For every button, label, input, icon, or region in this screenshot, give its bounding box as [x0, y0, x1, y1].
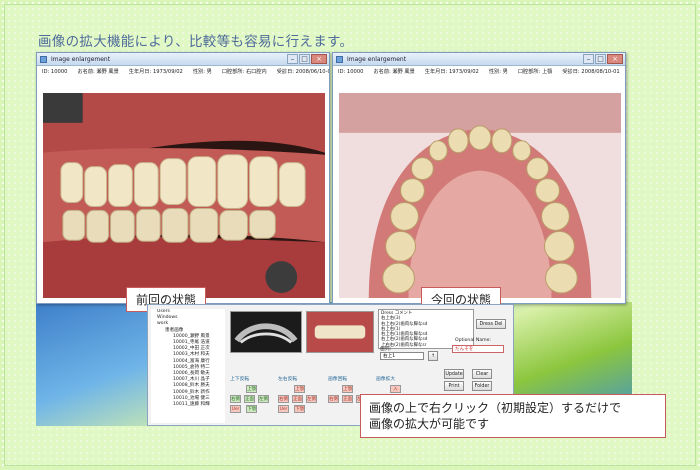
front-button[interactable]: 正面	[342, 395, 353, 403]
info-birth: 生年月日: 1973/09/02	[128, 69, 183, 75]
page-heading: 画像の拡大機能により、比較等も容易に行えます。	[38, 34, 354, 50]
group-label-rotate: 画像回転	[328, 377, 348, 382]
window-controls: – □ ×	[287, 54, 327, 64]
window-titlebar[interactable]: Image enlargement – □ ×	[333, 53, 625, 66]
add-button[interactable]: ↑	[428, 351, 438, 361]
dental-photo-side-view[interactable]	[43, 93, 325, 298]
instruction-line-2: 画像の拡大が可能です	[369, 417, 490, 431]
upper-jaw-button[interactable]: 上顎	[246, 385, 257, 393]
app-icon	[336, 56, 343, 63]
close-icon[interactable]: ×	[311, 54, 327, 64]
tooth-select[interactable]: 右上1	[380, 352, 424, 360]
right-side-button[interactable]: 右側	[328, 395, 339, 403]
enlarge-button[interactable]: 入	[390, 385, 401, 393]
info-area: 口腔部所: 右口腔内	[221, 69, 267, 75]
group-label-flip-horizontal: 左右反転	[278, 377, 298, 382]
image-window-previous[interactable]: Image enlargement – □ × ID: 10000 お名前: 瀬…	[36, 52, 330, 304]
front-button[interactable]: 正面	[244, 395, 255, 403]
print-button[interactable]: Print	[444, 381, 464, 391]
right-side-button[interactable]: 右側	[278, 395, 289, 403]
optional-name-label: Optional Name:	[455, 338, 491, 343]
maximize-icon[interactable]: □	[299, 54, 310, 64]
instruction-line-1: 画像の上で右クリック（初期設定）するだけで	[369, 401, 622, 415]
instruction-callout: 画像の上で右クリック（初期設定）するだけで 画像の拡大が可能です	[360, 394, 666, 438]
info-date: 受診日: 2008/06/10-01	[276, 69, 329, 75]
clear-button[interactable]: Clear	[472, 369, 492, 379]
mouth-thumbnail[interactable]	[306, 311, 374, 353]
patient-info-bar: ID: 10000 お名前: 瀬野 風景 生年月日: 1973/09/02 性別…	[37, 66, 329, 78]
info-id: ID: 10000	[338, 69, 364, 75]
right-side-button[interactable]: 右側	[230, 395, 241, 403]
left-side-button[interactable]: 左側	[306, 395, 317, 403]
window-title: Image enlargement	[51, 56, 111, 63]
window-controls: – □ ×	[583, 54, 623, 64]
info-birth: 生年月日: 1973/09/02	[424, 69, 479, 75]
group-label-flip-vertical: 上下反転	[230, 377, 250, 382]
window-title: Image enlargement	[347, 56, 407, 63]
info-date: 受診日: 2008/08/10-01	[562, 69, 620, 75]
upper-jaw-button[interactable]: 上顎	[342, 385, 353, 393]
info-sex: 性別: 男	[488, 69, 508, 75]
update-button[interactable]: Update	[444, 369, 464, 379]
upper-button[interactable]: Uer	[230, 405, 241, 413]
dress-del-button[interactable]: Dress Del	[476, 319, 506, 329]
info-id: ID: 10000	[42, 69, 68, 75]
info-name: お名前: 瀬野 風景	[77, 69, 119, 75]
group-label-enlarge: 画像拡大	[376, 377, 396, 382]
dental-photo-occlusal-view[interactable]	[339, 93, 621, 298]
notes-list[interactable]: Dress コメント 右上右(3) 右上右(2)歯肉な脚なsd 右上右(1) 右…	[378, 309, 474, 349]
patient-info-bar: ID: 10000 お名前: 瀬野 風景 生年月日: 1973/09/02 性別…	[333, 66, 625, 78]
upper-button[interactable]: Uer	[278, 405, 289, 413]
lower-jaw-button[interactable]: 下顎	[294, 405, 305, 413]
xray-thumbnail[interactable]	[230, 311, 302, 353]
folder-button[interactable]: Folder	[472, 381, 492, 391]
window-titlebar[interactable]: Image enlargement – □ ×	[37, 53, 329, 66]
close-icon[interactable]: ×	[607, 54, 623, 64]
left-side-button[interactable]: 左側	[258, 395, 269, 403]
info-name: お名前: 瀬野 風景	[373, 69, 415, 75]
info-area: 口腔部所: 上顎	[517, 69, 553, 75]
app-icon	[40, 56, 47, 63]
select-label: 歯列:	[380, 347, 392, 352]
image-window-current[interactable]: Image enlargement – □ × ID: 10000 お名前: 瀬…	[332, 52, 626, 304]
front-button[interactable]: 正面	[292, 395, 303, 403]
upper-jaw-button[interactable]: 上顎	[294, 385, 305, 393]
info-sex: 性別: 男	[192, 69, 212, 75]
lower-jaw-button[interactable]: 下顎	[246, 405, 257, 413]
minimize-icon[interactable]: –	[583, 54, 594, 64]
optional-name-field[interactable]: だんそを	[452, 345, 504, 353]
tree-item-patient[interactable]: 10011_遠藤 和輝	[157, 402, 225, 408]
folder-tree[interactable]: Users Windows work 患者画像 10000_瀬野 風景 1000…	[151, 309, 225, 423]
maximize-icon[interactable]: □	[595, 54, 606, 64]
minimize-icon[interactable]: –	[287, 54, 298, 64]
